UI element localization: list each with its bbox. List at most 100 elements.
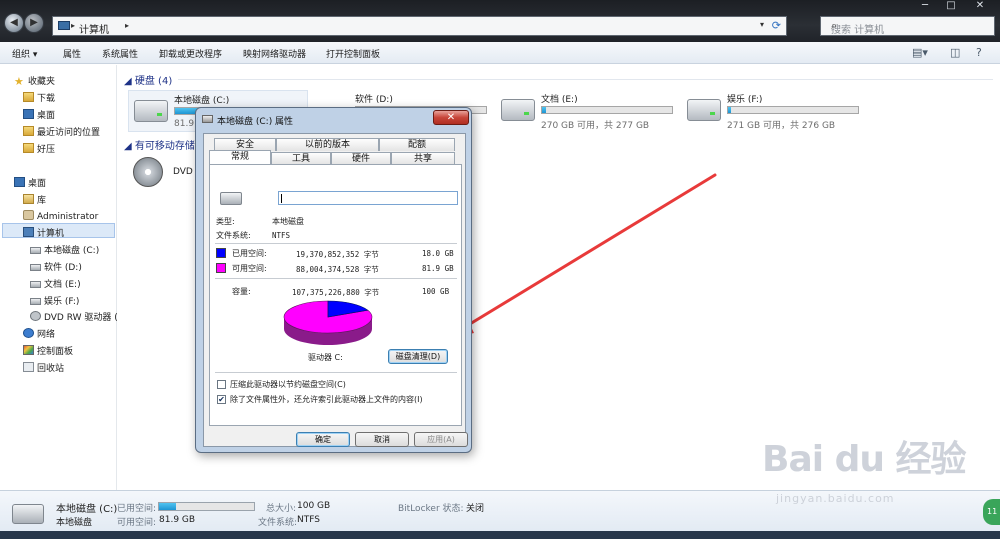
star-icon: ★ [14,75,24,88]
fs-label: 文件系统: [216,231,251,240]
drive-tile-e[interactable]: 文档 (E:) 270 GB 可用，共 277 GB [496,90,676,132]
index-checkbox[interactable]: ✔ [217,395,226,404]
sidebar-item-drive-c[interactable]: 本地磁盘 (C:) [30,243,99,256]
sidebar-item-desktop[interactable]: 桌面 [14,176,46,189]
open-control-panel-button[interactable]: 打开控制面板 [326,47,380,60]
refresh-icon[interactable]: ⟳ [772,19,781,32]
used-space-size: 18.0 GB [422,249,454,258]
details-usage-bar [158,502,255,511]
annotation-arrow [444,173,717,340]
breadcrumb-arrow-icon[interactable]: ▸ [71,21,75,30]
details-drive-type: 本地磁盘 [56,518,93,528]
sidebar-item-drive-f[interactable]: 娱乐 (F:) [30,294,79,307]
user-folder-icon [23,210,34,220]
divider [215,372,457,373]
drive-name: 软件 (D:) [355,95,393,105]
drive-name: 文档 (E:) [541,95,578,105]
library-icon [23,194,34,204]
uninstall-program-button[interactable]: 卸载或更改程序 [159,47,222,60]
sidebar-item-administrator[interactable]: Administrator [23,210,98,222]
general-panel: 类型: 本地磁盘 文件系统: NTFS 已用空间: 19,370,852,352… [209,164,462,426]
dialog-title: 本地磁盘 (C:) 属性 [217,117,294,127]
apply-button[interactable]: 应用(A) [414,432,468,447]
system-properties-button[interactable]: 系统属性 [102,47,138,60]
divider [215,243,457,244]
disk-usage-pie-chart [283,300,373,345]
drive-usage-fill [728,107,731,113]
details-bitlocker-value: 关闭 [466,504,485,514]
minimize-icon[interactable]: ─ [912,0,938,14]
cancel-button[interactable]: 取消 [355,432,409,447]
sidebar-item-desktop-fav[interactable]: 桌面 [23,108,55,121]
details-total-value: 100 GB [297,501,331,511]
disk-cleanup-button[interactable]: 磁盘清理(D) [388,349,448,364]
drive-tile-dvd[interactable]: DVD R [128,153,202,195]
preview-pane-icon[interactable]: ◫ [950,46,960,59]
collapse-arrow-icon[interactable]: ◢ [124,141,135,152]
hdd-group-header[interactable]: ◢ 硬盘 (4) [124,72,172,87]
ok-button[interactable]: 确定 [296,432,350,447]
sidebar-item-haoya[interactable]: 好压 [23,142,55,155]
drive-letter-label: 驱动器 C: [308,353,343,362]
watermark-logo: Bai du 经验 [762,439,967,480]
free-color-swatch [216,263,226,273]
organize-menu[interactable]: 组织 ▾ [12,47,37,60]
sidebar-item-drive-e[interactable]: 文档 (E:) [30,277,81,290]
group-divider [178,79,993,80]
forward-button[interactable]: ▶ [24,13,44,33]
drive-icon [30,281,41,288]
address-dropdown-icon[interactable]: ▾ [760,20,764,29]
sidebar-item-computer[interactable]: 计算机 [23,226,64,239]
help-icon[interactable]: ? [976,46,982,59]
breadcrumb-arrow-icon[interactable]: ▸ [125,21,129,30]
sidebar-item-downloads[interactable]: 下载 [23,91,55,104]
maximize-icon[interactable]: □ [938,0,964,14]
details-used-label: 已用空间: [117,504,157,514]
drive-usage-fill [542,107,546,113]
divider [215,278,457,279]
tab-quota[interactable]: 配额 [379,138,455,151]
sidebar-item-recycle-bin[interactable]: 回收站 [23,361,64,374]
sidebar-item-dvd[interactable]: DVD RW 驱动器 ( [30,310,118,323]
drive-tile-f[interactable]: 娱乐 (F:) 271 GB 可用，共 276 GB [682,90,862,132]
taskbar [0,531,1000,539]
details-usage-fill [159,503,177,510]
removable-group-header[interactable]: ◢ 有可移动存储 [124,137,195,152]
sidebar-item-favorites[interactable]: ★ 收藏夹 [14,74,55,87]
tab-general[interactable]: 常规 [209,150,271,164]
folder-icon [23,92,34,102]
fs-value: NTFS [272,231,291,240]
hard-drive-icon [134,100,168,122]
tab-previous-versions[interactable]: 以前的版本 [276,138,379,151]
back-button[interactable]: ◀ [4,13,24,33]
view-options-icon[interactable]: ▤▾ [912,46,928,59]
dvd-drive-icon [30,311,41,321]
sidebar-item-control-panel[interactable]: 控制面板 [23,344,73,357]
control-panel-icon [23,345,34,355]
tray-badge-icon[interactable]: 11 [983,499,1000,525]
sidebar-item-network[interactable]: 网络 [23,327,55,340]
breadcrumb-computer[interactable]: 计算机 [79,21,109,36]
tab-sharing[interactable]: 共享 [391,152,455,164]
drive-usage-bar [727,106,859,114]
sidebar-item-recent[interactable]: 最近访问的位置 [23,125,100,138]
properties-button[interactable]: 属性 [63,47,81,60]
sidebar-item-library[interactable]: 库 [23,193,46,206]
drive-label-input[interactable] [278,191,458,205]
sidebar-item-drive-d[interactable]: 软件 (D:) [30,260,82,273]
tab-hardware[interactable]: 硬件 [331,152,391,164]
search-icon[interactable]: ⌕ [831,19,989,33]
recent-places-icon [23,126,34,136]
close-window-icon[interactable]: ✕ [964,0,996,14]
tab-tools[interactable]: 工具 [271,152,331,164]
address-bar[interactable]: ▸ 计算机 ▸ ▾ ⟳ [52,16,787,36]
map-network-drive-button[interactable]: 映射网络驱动器 [243,47,306,60]
compress-label: 压缩此驱动器以节约磁盘空间(C) [230,380,346,389]
search-input[interactable]: 搜索 计算机 ⌕ [820,16,995,36]
collapse-arrow-icon[interactable]: ◢ [124,76,135,87]
compress-checkbox[interactable] [217,380,226,389]
drive-usage-bar [541,106,673,114]
dialog-close-button[interactable]: ✕ [433,110,469,125]
drive-icon [30,247,41,254]
desktop-icon [23,109,34,119]
